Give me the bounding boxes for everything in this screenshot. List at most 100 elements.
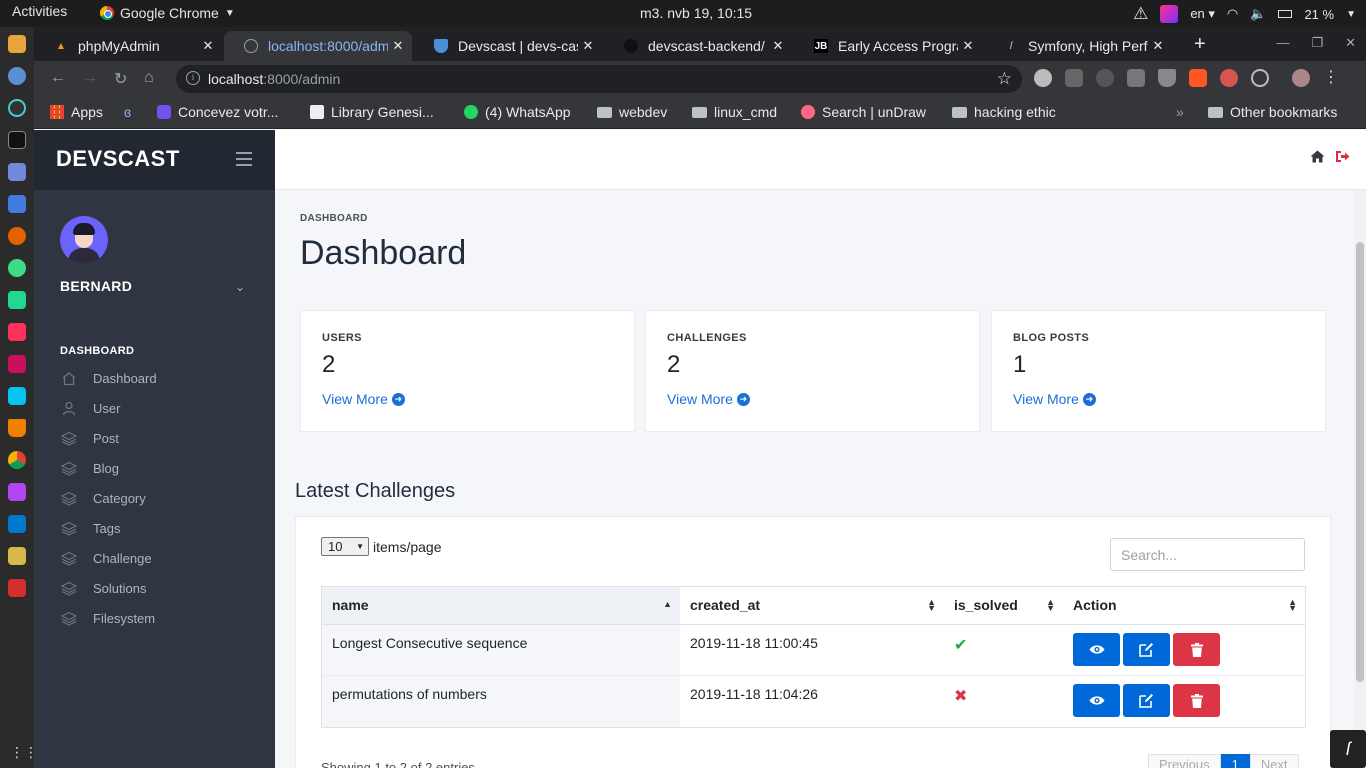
column-header-name[interactable]: name ▲ <box>322 587 680 624</box>
column-header-created-at[interactable]: created_at ▲ ▼ <box>680 587 944 624</box>
back-icon[interactable]: ← <box>50 69 66 87</box>
react-devtools-icon[interactable] <box>1251 69 1269 87</box>
bookmark-item[interactable]: Search | unDraw <box>801 104 926 120</box>
close-icon[interactable]: ✕ <box>388 38 408 54</box>
browser-tab[interactable]: devscast-backend/ ✕ <box>604 31 792 61</box>
view-button[interactable] <box>1073 684 1120 717</box>
firefox-launcher-icon[interactable] <box>8 227 26 245</box>
close-icon[interactable]: ✕ <box>768 38 788 54</box>
scrollbar-thumb[interactable] <box>1356 242 1364 682</box>
sidebar-item-challenge[interactable]: Challenge <box>60 543 260 573</box>
info-icon[interactable]: i <box>186 71 200 85</box>
sidebar-item-user[interactable]: User <box>60 393 260 423</box>
bookmark-item[interactable]: (4) WhatsApp <box>464 104 571 120</box>
edit-button[interactable] <box>1123 633 1170 666</box>
vpn-extension-icon[interactable] <box>1158 69 1176 87</box>
browser-tab[interactable]: ſ Symfony, High Performance ✕ <box>984 31 1172 61</box>
bookmark-star-icon[interactable]: ☆ <box>997 69 1012 89</box>
close-icon[interactable]: ✕ <box>578 38 598 54</box>
notes-launcher-icon[interactable] <box>8 195 26 213</box>
browser-tab[interactable]: JB Early Access Program ✕ <box>794 31 982 61</box>
clock[interactable]: m3. nvb 19, 10:15 <box>640 5 752 21</box>
app-menu[interactable]: Google Chrome ▼ <box>100 5 235 21</box>
sidebar-item-dashboard[interactable]: Dashboard <box>60 363 260 393</box>
delete-button[interactable] <box>1173 684 1220 717</box>
terminal-launcher-icon[interactable] <box>8 131 26 149</box>
close-window-icon[interactable]: ✕ <box>1345 35 1356 51</box>
sidebar-item-blog[interactable]: Blog <box>60 453 260 483</box>
sidebar-item-tags[interactable]: Tags <box>60 513 260 543</box>
minimize-icon[interactable]: — <box>1276 35 1289 51</box>
chrome-menu-icon[interactable]: ⋮ <box>1323 67 1339 87</box>
system-tray[interactable]: ⚠ en ▾ ◠ 🔈 21 % ▼ <box>1133 4 1356 24</box>
items-per-page-select[interactable]: 10 ▼ <box>321 537 369 556</box>
bookmark-item[interactable]: hacking ethic <box>952 104 1056 120</box>
address-bar[interactable]: i localhost:8000/admin ☆ <box>176 65 1022 93</box>
chrome-launcher-icon[interactable] <box>8 451 26 469</box>
search-input[interactable]: Search... <box>1110 538 1305 571</box>
bookmark-item[interactable]: linux_cmd <box>692 104 777 120</box>
hamburger-menu-icon[interactable] <box>236 152 252 170</box>
view-button[interactable] <box>1073 633 1120 666</box>
browser-tab[interactable]: Devscast | devs-cast ✕ <box>414 31 602 61</box>
pdf-launcher-icon[interactable] <box>8 579 26 597</box>
logout-icon[interactable] <box>1335 150 1350 168</box>
browser-tab-active[interactable]: localhost:8000/admin ✕ <box>224 31 412 61</box>
vscode-launcher-icon[interactable] <box>8 515 26 533</box>
column-header-action[interactable]: Action ▲ ▼ <box>1063 587 1305 624</box>
browser-tab[interactable]: ▲ phpMyAdmin ✕ <box>34 31 222 61</box>
activities-button[interactable]: Activities <box>12 3 67 19</box>
webstorm-launcher-icon[interactable] <box>8 387 26 405</box>
bookmark-item[interactable]: Concevez votr... <box>157 104 278 120</box>
view-more-link[interactable]: View More ➜ <box>667 391 750 407</box>
symfony-toolbar-icon[interactable]: ſ <box>1330 730 1366 768</box>
page-scrollbar[interactable] <box>1354 190 1366 768</box>
column-header-is-solved[interactable]: is_solved ▲ ▼ <box>944 587 1063 624</box>
bookmark-item[interactable]: ɞ <box>124 104 131 120</box>
vue-extension-icon[interactable] <box>1189 69 1207 87</box>
delete-button[interactable] <box>1173 633 1220 666</box>
forward-icon[interactable]: → <box>82 69 98 87</box>
reload-icon[interactable]: ↻ <box>114 69 127 89</box>
android-studio-launcher-icon[interactable] <box>8 259 26 277</box>
bookmarks-overflow[interactable]: » <box>1176 104 1184 120</box>
profile-avatar-icon[interactable] <box>1292 69 1310 87</box>
sidebar-item-solutions[interactable]: Solutions <box>60 573 260 603</box>
bookmark-item[interactable]: webdev <box>597 104 667 120</box>
other-bookmarks[interactable]: Other bookmarks <box>1208 104 1337 120</box>
wappalyzer-extension-icon[interactable] <box>1220 69 1238 87</box>
user-name[interactable]: BERNARD <box>60 278 132 294</box>
archive-launcher-icon[interactable] <box>8 547 26 565</box>
colorpicker-extension-icon[interactable] <box>1065 69 1083 87</box>
pagination-previous[interactable]: Previous <box>1148 754 1221 768</box>
view-more-link[interactable]: View More ➜ <box>1013 391 1096 407</box>
pagination-next[interactable]: Next <box>1249 754 1299 768</box>
graphql-extension-icon[interactable] <box>1096 69 1114 87</box>
rider-launcher-icon[interactable] <box>8 355 26 373</box>
datagrip-launcher-icon[interactable] <box>8 291 26 309</box>
sidebar-item-post[interactable]: Post <box>60 423 260 453</box>
new-tab-button[interactable]: + <box>1194 33 1206 56</box>
fire-extension-icon[interactable] <box>1127 69 1145 87</box>
home-icon[interactable]: ⌂ <box>144 69 154 87</box>
edit-button[interactable] <box>1123 684 1170 717</box>
files-launcher-icon[interactable] <box>8 35 26 53</box>
settings-launcher-icon[interactable] <box>8 67 26 85</box>
breadcrumb[interactable]: DASHBOARD <box>300 213 368 224</box>
vlc-launcher-icon[interactable] <box>8 419 26 437</box>
discord-launcher-icon[interactable] <box>8 163 26 181</box>
close-icon[interactable]: ✕ <box>1148 38 1168 54</box>
settings-extension-icon[interactable] <box>1034 69 1052 87</box>
bookmark-item[interactable]: Library Genesi... <box>310 104 434 120</box>
home-icon[interactable] <box>1310 150 1325 168</box>
intellij-launcher-icon[interactable] <box>8 323 26 341</box>
avatar[interactable] <box>60 216 108 264</box>
close-icon[interactable]: ✕ <box>958 38 978 54</box>
brand-logo[interactable]: DEVSCAST <box>56 146 180 172</box>
app-launcher-icon[interactable] <box>8 99 26 117</box>
sidebar-item-filesystem[interactable]: Filesystem <box>60 603 260 633</box>
close-icon[interactable]: ✕ <box>198 38 218 54</box>
phpstorm-launcher-icon[interactable] <box>8 483 26 501</box>
bookmark-item[interactable]: Apps <box>50 104 103 120</box>
chevron-down-icon[interactable]: ⌄ <box>235 280 245 294</box>
